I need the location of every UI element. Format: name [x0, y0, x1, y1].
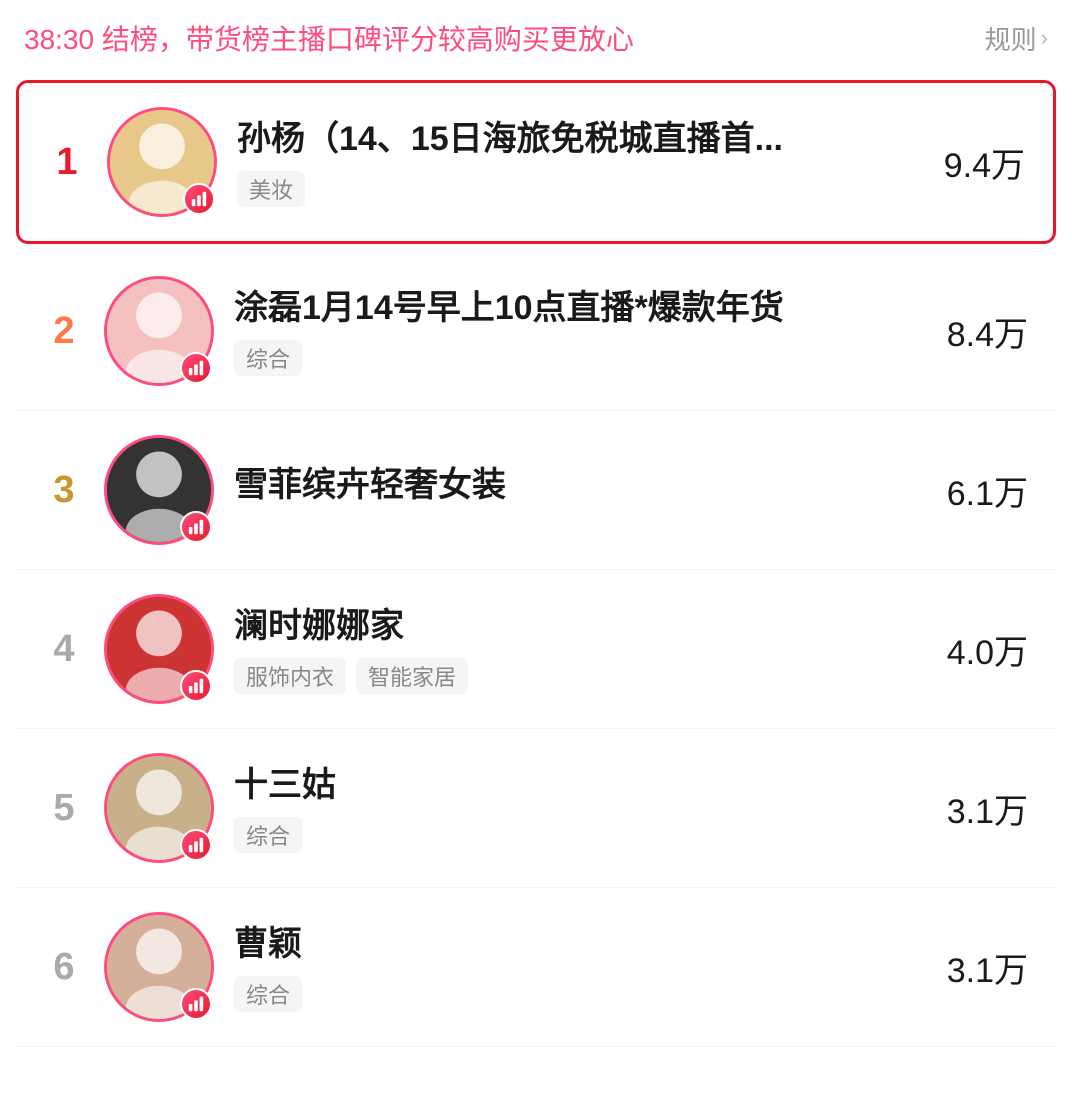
rank-tag: 智能家居 [356, 658, 468, 694]
rank-score: 6.1万 [947, 466, 1028, 515]
rank-item-2[interactable]: 2 涂磊1月14号早上10点直播*爆款年货 综合 8.4万 [16, 252, 1056, 411]
header-subtitle: 38:30 结榜，带货榜主播口碑评分较高购买更放心 [24, 18, 634, 58]
rank-name: 涂磊1月14号早上10点直播*爆款年货 [234, 286, 931, 330]
rank-tag: 服饰内衣 [234, 658, 346, 694]
bar-chart-icon [180, 511, 212, 543]
rank-content: 涂磊1月14号早上10点直播*爆款年货 综合 [234, 286, 931, 376]
avatar-wrap [104, 753, 214, 863]
rules-label: 规则 [985, 20, 1037, 57]
bar-chart-icon [180, 829, 212, 861]
rank-name: 曹颖 [234, 922, 931, 966]
rank-number: 5 [40, 787, 88, 830]
rank-content: 澜时娜娜家 服饰内衣智能家居 [234, 604, 931, 694]
avatar-wrap [104, 912, 214, 1022]
rank-content: 孙杨（14、15日海旅免税城直播首... 美妆 [237, 117, 928, 207]
chevron-right-icon: › [1041, 25, 1048, 51]
avatar-wrap [107, 107, 217, 217]
rank-tag: 美妆 [237, 171, 305, 207]
bar-chart-icon [180, 670, 212, 702]
rank-tag: 综合 [234, 817, 302, 853]
rank-name: 孙杨（14、15日海旅免税城直播首... [237, 117, 928, 161]
rank-item-4[interactable]: 4 澜时娜娜家 服饰内衣智能家居 4.0万 [16, 570, 1056, 729]
rank-content: 曹颖 综合 [234, 922, 931, 1012]
rank-name: 澜时娜娜家 [234, 604, 931, 648]
rank-list: 1 孙杨（14、15日海旅免税城直播首... 美妆 9.4万 2 [0, 80, 1072, 1067]
rank-score: 3.1万 [947, 784, 1028, 833]
rank-score: 3.1万 [947, 943, 1028, 992]
bar-chart-icon [183, 183, 215, 215]
rank-item-6[interactable]: 6 曹颖 综合 3.1万 [16, 888, 1056, 1047]
rank-item-3[interactable]: 3 雪菲缤卉轻奢女装 6.1万 [16, 411, 1056, 570]
rank-content: 十三姑 综合 [234, 763, 931, 853]
rank-tags: 综合 [234, 340, 931, 376]
avatar-wrap [104, 594, 214, 704]
rank-tags: 综合 [234, 976, 931, 1012]
header-bar: 38:30 结榜，带货榜主播口碑评分较高购买更放心 规则 › [0, 0, 1072, 72]
rank-tag: 综合 [234, 340, 302, 376]
avatar-wrap [104, 276, 214, 386]
rank-tags: 美妆 [237, 171, 928, 207]
rank-item-5[interactable]: 5 十三姑 综合 3.1万 [16, 729, 1056, 888]
rank-item-1[interactable]: 1 孙杨（14、15日海旅免税城直播首... 美妆 9.4万 [16, 80, 1056, 244]
rank-tag: 综合 [234, 976, 302, 1012]
avatar-wrap [104, 435, 214, 545]
rank-number: 2 [40, 310, 88, 353]
rules-link[interactable]: 规则 › [985, 20, 1048, 57]
rank-name: 雪菲缤卉轻奢女装 [234, 463, 931, 507]
rank-score: 9.4万 [944, 138, 1025, 187]
rank-number: 4 [40, 628, 88, 671]
rank-number: 1 [43, 141, 91, 184]
rank-score: 8.4万 [947, 307, 1028, 356]
rank-number: 6 [40, 946, 88, 989]
rank-number: 3 [40, 469, 88, 512]
rank-content: 雪菲缤卉轻奢女装 [234, 463, 931, 517]
rank-name: 十三姑 [234, 763, 931, 807]
rank-score: 4.0万 [947, 625, 1028, 674]
rank-tags: 综合 [234, 817, 931, 853]
bar-chart-icon [180, 352, 212, 384]
rank-tags: 服饰内衣智能家居 [234, 658, 931, 694]
bar-chart-icon [180, 988, 212, 1020]
